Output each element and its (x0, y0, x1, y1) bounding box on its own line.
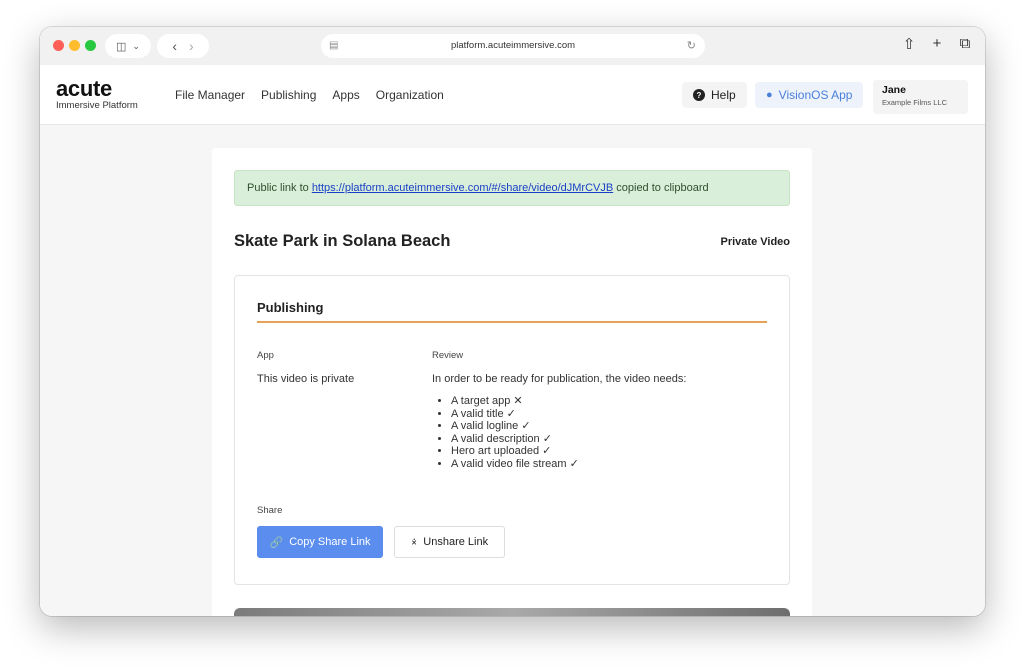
history-nav: ‹ › (157, 34, 209, 58)
link-icon: 🔗 (269, 536, 284, 549)
user-name: Jane (882, 84, 906, 96)
nav-organization[interactable]: Organization (376, 88, 444, 102)
copy-share-link-button[interactable]: 🔗 Copy Share Link (257, 526, 383, 558)
browser-toolbar: ◫ ⌄ ‹ › ▤ platform.acuteimmersive.com ↻ … (40, 27, 985, 65)
review-heading: Review (432, 350, 464, 361)
forward-icon[interactable]: › (189, 38, 194, 54)
share-icon[interactable]: ⇧ (901, 35, 917, 53)
main-nav: File Manager Publishing Apps Organizatio… (175, 88, 444, 102)
check-label: A valid logline (451, 420, 519, 432)
video-status: Private Video (720, 236, 791, 248)
review-checklist: A target app ✕ A valid title ✓ A valid l… (432, 395, 579, 470)
checkmark-icon: ✓ (542, 445, 552, 457)
unshare-link-button[interactable]: ⨰ Unshare Link (394, 526, 505, 558)
reload-icon[interactable]: ↻ (687, 39, 696, 52)
check-label: A valid description (451, 432, 540, 445)
brand-logo[interactable]: acute Immersive Platform (56, 76, 138, 112)
check-label: A valid title (451, 407, 504, 420)
review-text: In order to be ready for publication, th… (432, 373, 687, 385)
video-title: Skate Park in Solana Beach (234, 232, 451, 250)
share-link[interactable]: https://platform.acuteimmersive.com/#/sh… (312, 182, 613, 194)
nav-apps[interactable]: Apps (332, 88, 359, 102)
clipboard-alert: Public link to https://platform.acuteimm… (234, 170, 790, 206)
publishing-title: Publishing (257, 300, 767, 323)
url-text: platform.acuteimmersive.com (450, 40, 576, 51)
checkmark-icon: ✓ (542, 432, 552, 445)
list-item: A target app ✕ (451, 395, 579, 408)
share-heading: Share (257, 505, 283, 516)
brand-name: acute (56, 76, 112, 101)
video-card: Public link to https://platform.acuteimm… (212, 148, 812, 616)
list-item: A valid video file stream ✓ (451, 458, 579, 471)
publishing-panel: Publishing App This video is private Rev… (234, 275, 790, 585)
chevron-down-icon: ⌄ (132, 40, 140, 51)
minimize-window-button[interactable] (69, 40, 80, 51)
list-item: Hero art uploaded ✓ (451, 445, 579, 458)
check-label: A target app (451, 395, 511, 407)
alert-prefix: Public link to (247, 182, 312, 194)
user-menu[interactable]: Jane Example Films LLC (873, 80, 968, 114)
apple-icon: ● (766, 89, 773, 101)
app-status-text: This video is private (257, 373, 355, 385)
browser-actions: ⇧ + ⧉ (901, 35, 973, 53)
new-tab-icon[interactable]: + (929, 35, 945, 53)
nav-publishing[interactable]: Publishing (261, 88, 316, 102)
unshare-link-label: Unshare Link (423, 536, 489, 548)
brand-subtitle: Immersive Platform (56, 100, 138, 111)
help-button[interactable]: ? Help (682, 82, 747, 108)
app-heading: App (257, 350, 274, 361)
checkmark-icon: ✓ (569, 457, 579, 470)
app-header: acute Immersive Platform File Manager Pu… (40, 65, 985, 125)
checkmark-icon: ✓ (506, 407, 516, 420)
alert-suffix: copied to clipboard (613, 182, 709, 194)
unlink-icon: ⨰ (410, 535, 418, 548)
copy-share-link-label: Copy Share Link (289, 536, 371, 548)
list-item: A valid logline ✓ (451, 420, 579, 433)
sidebar-icon: ◫ (116, 40, 127, 53)
back-icon[interactable]: ‹ (172, 38, 177, 54)
video-thumbnail[interactable] (234, 608, 790, 616)
tabs-icon[interactable]: ⧉ (957, 35, 973, 53)
visionos-app-button[interactable]: ● VisionOS App (755, 82, 864, 108)
browser-window: ◫ ⌄ ‹ › ▤ platform.acuteimmersive.com ↻ … (40, 27, 985, 616)
check-label: A valid video file stream (451, 457, 567, 470)
zoom-window-button[interactable] (85, 40, 96, 51)
sidebar-toggle-button[interactable]: ◫ ⌄ (105, 34, 151, 58)
help-label: Help (711, 88, 736, 102)
check-label: Hero art uploaded (451, 445, 540, 457)
nav-file-manager[interactable]: File Manager (175, 88, 245, 102)
close-window-button[interactable] (53, 40, 64, 51)
cross-icon: ✕ (513, 395, 523, 407)
question-icon: ? (693, 89, 705, 101)
checkmark-icon: ✓ (521, 420, 531, 432)
visionos-label: VisionOS App (778, 88, 853, 102)
list-item: A valid title ✓ (451, 408, 579, 421)
user-organization: Example Films LLC (882, 98, 948, 107)
list-item: A valid description ✓ (451, 433, 579, 446)
address-bar[interactable]: ▤ platform.acuteimmersive.com ↻ (321, 34, 705, 58)
